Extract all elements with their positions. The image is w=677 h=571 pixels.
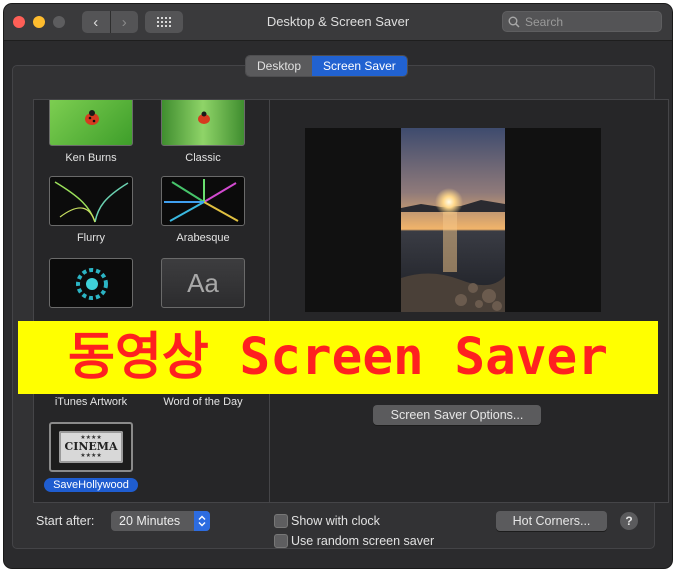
- random-saver-checkbox[interactable]: [274, 534, 288, 548]
- tab-desktop[interactable]: Desktop: [246, 56, 313, 76]
- start-after-popup[interactable]: 20 Minutes: [111, 511, 210, 531]
- saver-label: Classic: [185, 152, 221, 164]
- screen-saver-options-button[interactable]: Screen Saver Options...: [373, 405, 541, 425]
- message-icon: Aa: [161, 258, 245, 308]
- start-after-label: Start after:: [36, 514, 95, 528]
- preview-area: [270, 99, 669, 503]
- minimize-window-button[interactable]: [33, 16, 45, 28]
- saver-item-classic[interactable]: Classic: [153, 100, 253, 164]
- forward-button[interactable]: ›: [109, 11, 139, 33]
- saver-item-message[interactable]: Aa: [153, 258, 253, 314]
- search-placeholder: Search: [525, 14, 564, 29]
- grid-icon: [157, 17, 171, 27]
- zoom-window-button[interactable]: [53, 16, 65, 28]
- search-field[interactable]: Search: [502, 11, 662, 32]
- preview-screen: [305, 128, 601, 312]
- saver-label: Arabesque: [176, 232, 230, 244]
- navigation-buttons: ‹ ›: [82, 11, 138, 33]
- chevron-right-icon: ›: [121, 13, 127, 31]
- saver-label-selected: SaveHollywood: [44, 478, 138, 492]
- flurry-icon: [49, 176, 133, 226]
- tab-bar: Desktop Screen Saver: [246, 56, 407, 76]
- chevron-left-icon: ‹: [93, 13, 99, 31]
- saver-label: Word of the Day: [163, 396, 243, 408]
- sunset-preview-image: [401, 128, 505, 312]
- window-title: Desktop & Screen Saver: [266, 14, 410, 29]
- show-all-button[interactable]: [145, 11, 183, 33]
- random-saver-label: Use random screen saver: [291, 534, 435, 548]
- show-clock-label: Show with clock: [291, 514, 380, 528]
- ticket-text: CINEMA: [64, 440, 118, 453]
- hot-corners-button[interactable]: Hot Corners...: [496, 511, 607, 531]
- title-bar: ‹ › Desktop & Screen Saver Search: [4, 4, 672, 41]
- help-button[interactable]: ?: [620, 512, 638, 530]
- tab-screen-saver[interactable]: Screen Saver: [312, 56, 407, 76]
- saver-label: Ken Burns: [65, 152, 117, 164]
- saver-item-flurry[interactable]: Flurry: [41, 176, 141, 244]
- saver-item-arabesque[interactable]: Arabesque: [153, 176, 253, 244]
- saver-item-ken-burns[interactable]: Ken Burns: [41, 100, 141, 164]
- show-clock-checkbox[interactable]: [274, 514, 288, 528]
- saver-label: iTunes Artwork: [54, 396, 128, 408]
- saver-item-shell[interactable]: [41, 258, 141, 314]
- saver-label: Flurry: [76, 232, 106, 244]
- saver-item-savehollywood[interactable]: ★★★★ CINEMA ★★★★ SaveHollywood: [41, 422, 141, 493]
- ladybug-leaf-icon: [161, 100, 245, 146]
- screen-saver-list[interactable]: Ken Burns Classic Flurry Arabesque Aa iT…: [33, 99, 270, 503]
- start-after-value: 20 Minutes: [119, 514, 181, 528]
- ladybug-leaf-icon: [49, 100, 133, 146]
- search-icon: [503, 16, 525, 28]
- cinema-ticket-icon: ★★★★ CINEMA ★★★★: [49, 422, 133, 472]
- close-window-button[interactable]: [13, 16, 25, 28]
- arabesque-icon: [161, 176, 245, 226]
- back-button[interactable]: ‹: [82, 11, 110, 33]
- shell-icon: [49, 258, 133, 308]
- chevron-updown-icon: [194, 511, 210, 531]
- overlay-banner: 동영상 Screen Saver: [18, 321, 658, 394]
- message-glyph: Aa: [187, 267, 219, 298]
